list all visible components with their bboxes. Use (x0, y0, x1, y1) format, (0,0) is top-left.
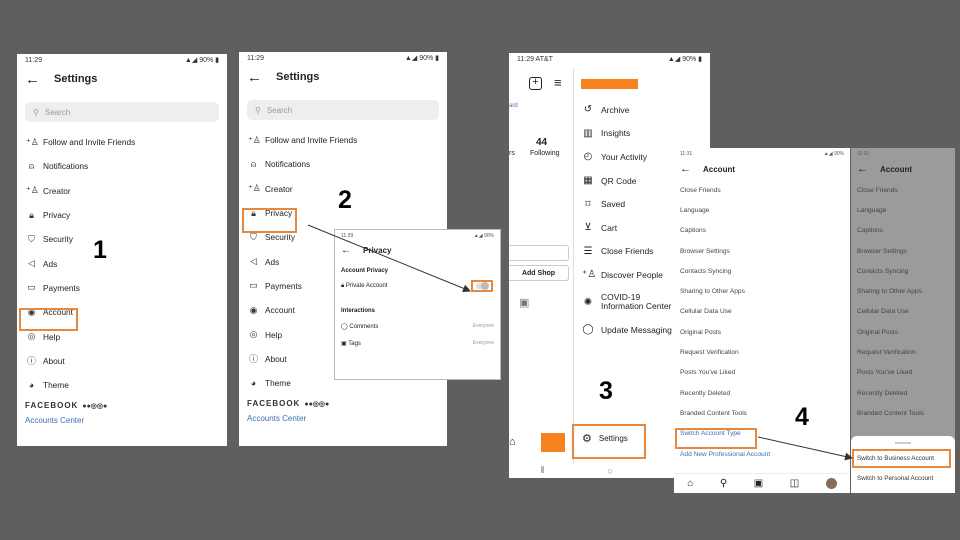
arrows-overlay (307, 224, 853, 461)
arrow-privacy-to-toggle (307, 224, 471, 293)
arrow-switch-to-business (757, 436, 853, 461)
